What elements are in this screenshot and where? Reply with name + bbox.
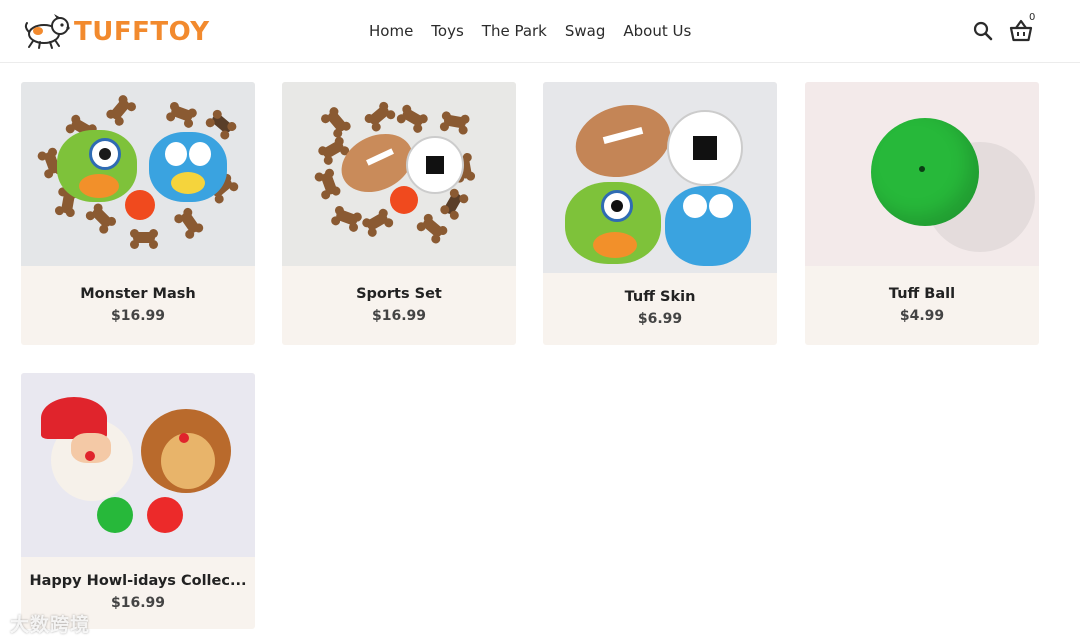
main-nav: Home Toys The Park Swag About Us xyxy=(360,18,700,44)
product-name[interactable]: Tuff Skin xyxy=(543,289,777,305)
nav-about-us[interactable]: About Us xyxy=(614,18,700,44)
product-image[interactable] xyxy=(21,373,255,557)
search-icon[interactable] xyxy=(972,20,994,42)
product-image[interactable] xyxy=(21,82,255,266)
nav-swag[interactable]: Swag xyxy=(556,18,615,44)
watermark: 大数跨境 xyxy=(10,614,91,636)
product-price: $4.99 xyxy=(899,308,945,324)
product-price: $16.99 xyxy=(371,308,427,324)
product-name[interactable]: Happy Howl-idays Collec... xyxy=(21,573,255,589)
product-card-sports-set[interactable]: Sports Set $16.99 xyxy=(282,82,516,345)
product-name[interactable]: Sports Set xyxy=(282,286,516,302)
brand-logo[interactable]: TUFFTOY xyxy=(24,12,210,52)
nav-home[interactable]: Home xyxy=(360,18,422,44)
brand-name: TUFFTOY xyxy=(74,17,210,47)
product-name[interactable]: Monster Mash xyxy=(21,286,255,302)
site-header: TUFFTOY Home Toys The Park Swag About Us… xyxy=(0,0,1080,63)
product-card-tuff-skin[interactable]: Tuff Skin $6.99 xyxy=(543,82,777,345)
product-image[interactable] xyxy=(543,82,777,273)
product-price: $6.99 xyxy=(637,311,683,327)
product-card-monster-mash[interactable]: Monster Mash $16.99 xyxy=(21,82,255,345)
product-card-happy-howl-idays[interactable]: Happy Howl-idays Collec... $16.99 xyxy=(21,373,255,629)
nav-the-park[interactable]: The Park xyxy=(473,18,556,44)
product-name[interactable]: Tuff Ball xyxy=(805,286,1039,302)
dog-logo-icon xyxy=(24,13,72,51)
cart-count-badge: 0 xyxy=(1029,12,1036,23)
nav-toys[interactable]: Toys xyxy=(422,18,472,44)
product-image[interactable] xyxy=(805,82,1039,266)
product-image[interactable] xyxy=(282,82,516,266)
product-price: $16.99 xyxy=(110,308,166,324)
product-card-tuff-ball[interactable]: Tuff Ball $4.99 xyxy=(805,82,1039,345)
product-price: $16.99 xyxy=(110,595,166,611)
